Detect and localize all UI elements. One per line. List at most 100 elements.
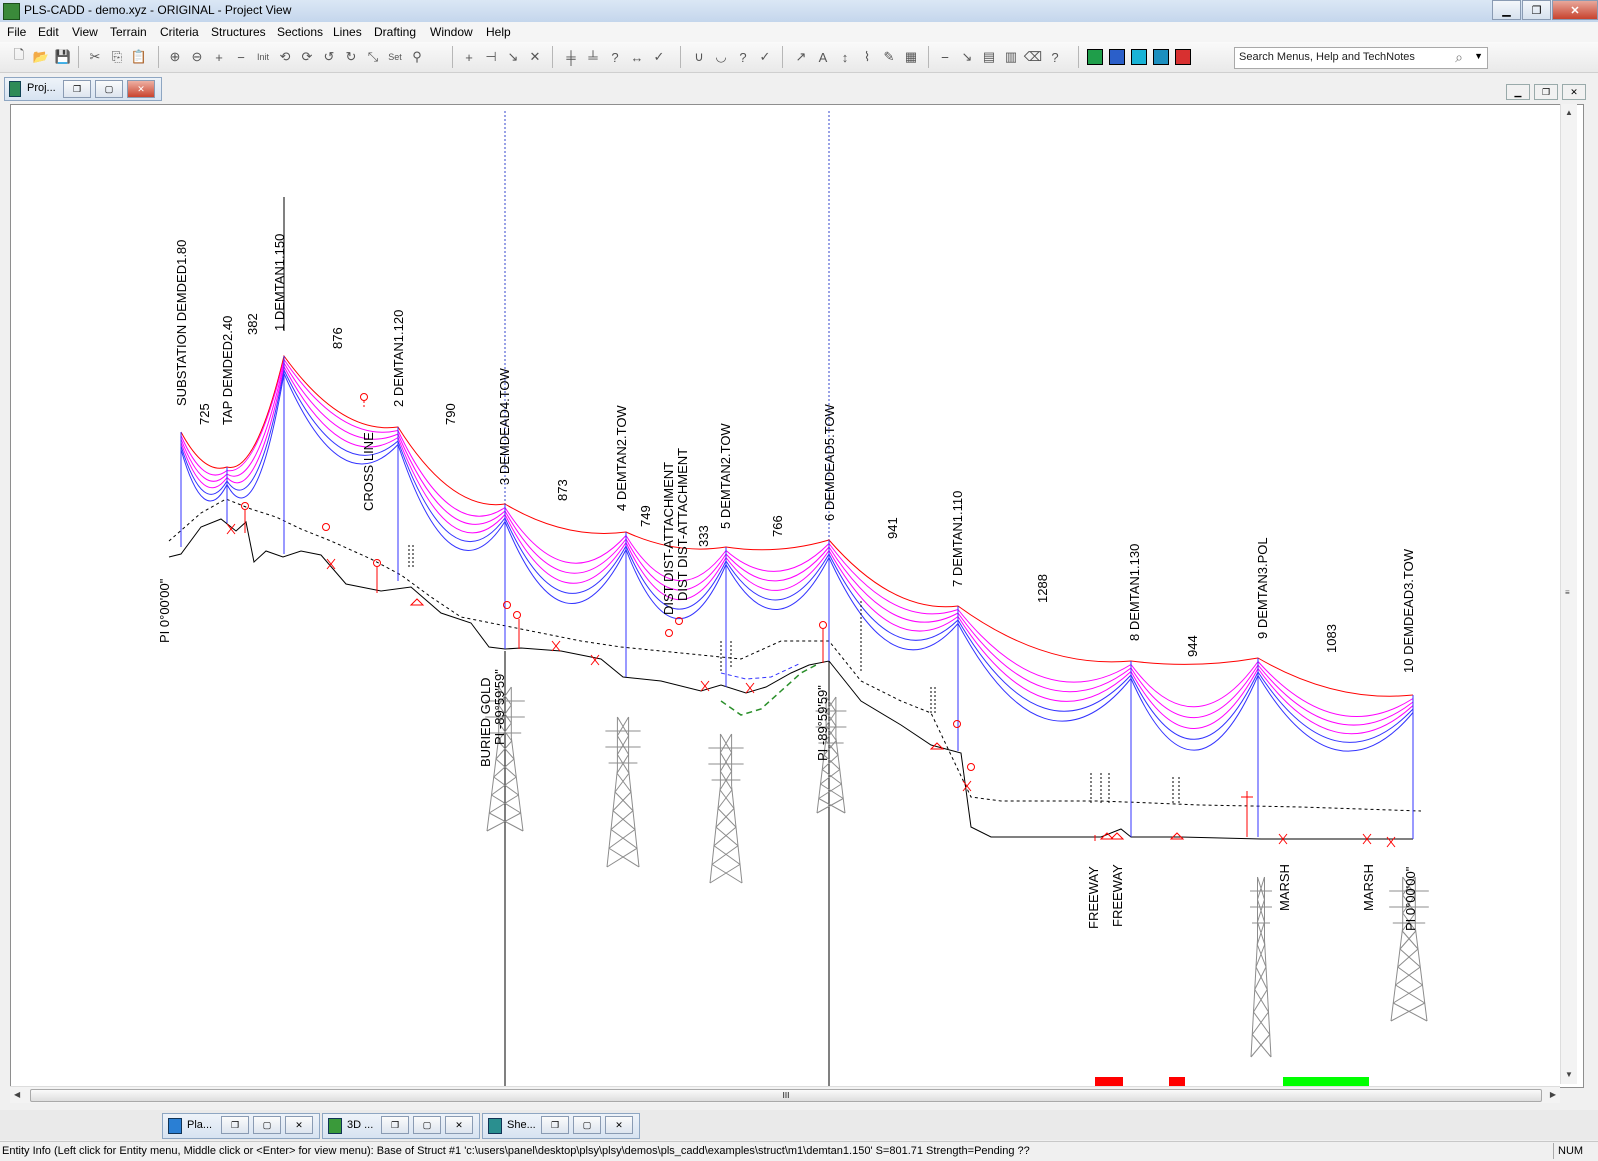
tower-member (1393, 1002, 1428, 1022)
task-maximize-icon[interactable]: ▢ (253, 1116, 281, 1134)
horizontal-scrollbar[interactable]: ◀ III ▶ (10, 1086, 1560, 1103)
task-close-icon[interactable]: ✕ (605, 1116, 633, 1134)
menu-sections[interactable]: Sections (277, 25, 323, 39)
search-icon[interactable]: ⌕ (1455, 49, 1463, 66)
menu-structures[interactable]: Structures (211, 25, 266, 39)
menu-window[interactable]: Window (430, 25, 473, 39)
fit-icon[interactable]: ⤡ (362, 46, 384, 68)
tower-member (713, 826, 737, 847)
menu-drafting[interactable]: Drafting (374, 25, 416, 39)
tab-project-view[interactable]: Proj... ❐ ▢ ✕ (4, 77, 162, 101)
task-maximize-icon[interactable]: ▢ (573, 1116, 601, 1134)
save-icon[interactable]: 💾 (52, 46, 74, 68)
insert-point-icon[interactable]: + (458, 46, 480, 68)
delete-structure-icon[interactable]: ╧ (582, 46, 604, 68)
tower-member (820, 783, 844, 799)
task-maximize-icon[interactable]: ▢ (413, 1116, 441, 1134)
structure-check-icon[interactable]: ✓ (648, 46, 670, 68)
report-line-icon[interactable]: ⎯ (934, 46, 956, 68)
3d-view-icon[interactable] (1128, 46, 1150, 68)
menu-view[interactable]: View (72, 25, 98, 39)
chevron-down-icon[interactable]: ▼ (1474, 51, 1483, 61)
menu-help[interactable]: Help (486, 25, 511, 39)
report-help-icon[interactable]: ? (1044, 46, 1066, 68)
pan-plus-icon[interactable]: + (208, 46, 230, 68)
menu-criteria[interactable]: Criteria (160, 25, 199, 39)
scroll-grip-icon[interactable]: ≡ (1565, 588, 1570, 597)
draw-mark-icon[interactable]: ✎ (878, 46, 900, 68)
rotate-right-icon[interactable]: ⟳ (296, 46, 318, 68)
task-close-icon[interactable]: ✕ (445, 1116, 473, 1134)
structure-info-icon[interactable]: ? (604, 46, 626, 68)
child-minimize-icon[interactable]: ▁ (1506, 84, 1530, 100)
copy-icon[interactable]: ⎘ (106, 46, 128, 68)
restore-button[interactable]: ❐ (1522, 0, 1551, 20)
task-restore-icon[interactable]: ❐ (541, 1116, 569, 1134)
scroll-left-icon[interactable]: ◀ (14, 1090, 20, 1099)
draw-line-icon[interactable]: ↗ (790, 46, 812, 68)
paste-icon[interactable]: 📋 (128, 46, 150, 68)
open-folder-icon[interactable]: 📂 (30, 46, 52, 68)
scroll-up-icon[interactable]: ▲ (1565, 108, 1573, 117)
section-view-icon[interactable] (1172, 46, 1194, 68)
minimize-button[interactable]: ▁ (1492, 0, 1521, 20)
tower-member (495, 758, 517, 778)
move-structure-icon[interactable]: ↔ (626, 46, 648, 68)
add-structure-icon[interactable]: ╪ (560, 46, 582, 68)
sag-check-icon[interactable]: ✓ (754, 46, 776, 68)
measure-icon[interactable]: ⚲ (406, 46, 428, 68)
rotate-left-icon[interactable]: ⟲ (274, 46, 296, 68)
task-restore-icon[interactable]: ❐ (221, 1116, 249, 1134)
new-file-icon[interactable]: 🗋 (8, 46, 30, 68)
report-slope-icon[interactable]: ↘ (956, 46, 978, 68)
menu-file[interactable]: File (7, 25, 26, 39)
tab-maximize-icon[interactable]: ▢ (95, 80, 123, 98)
move-point-icon[interactable]: ↘ (502, 46, 524, 68)
set-view-button[interactable]: Set (384, 46, 406, 68)
sag-info-icon[interactable]: ? (732, 46, 754, 68)
delete-cross-icon[interactable]: ✕ (524, 46, 546, 68)
rotate-up-icon[interactable]: ↺ (318, 46, 340, 68)
sag-tension-icon[interactable]: ◡ (710, 46, 732, 68)
draw-text-icon[interactable]: A (812, 46, 834, 68)
menu-edit[interactable]: Edit (38, 25, 59, 39)
draw-dim-icon[interactable]: ↕ (834, 46, 856, 68)
report-clear-icon[interactable]: ⌫ (1022, 46, 1044, 68)
tab-close-icon[interactable]: ✕ (127, 80, 155, 98)
tower-member (1392, 984, 1423, 1004)
search-input[interactable]: Search Menus, Help and TechNotes ⌕ ▼ (1234, 47, 1488, 69)
task-3d-view[interactable]: 3D ... ❐ ▢ ✕ (322, 1113, 480, 1139)
scroll-down-icon[interactable]: ▼ (1565, 1070, 1573, 1079)
vertical-scrollbar[interactable]: ▲ ≡ ▼ (1560, 104, 1577, 1084)
task-close-icon[interactable]: ✕ (285, 1116, 313, 1134)
profile-view-icon[interactable] (1106, 46, 1128, 68)
task-plan-view[interactable]: Pla... ❐ ▢ ✕ (162, 1113, 320, 1139)
report-table-icon[interactable]: ▥ (1000, 46, 1022, 68)
task-restore-icon[interactable]: ❐ (381, 1116, 409, 1134)
profile-drawing[interactable]: SUBSTATION DEMDED1.80 TAP DEMDED2.40 1 D… (11, 105, 1561, 1087)
cut-icon[interactable]: ✂ (84, 46, 106, 68)
child-restore-icon[interactable]: ❐ (1534, 84, 1558, 100)
menu-terrain[interactable]: Terrain (110, 25, 147, 39)
rotate-down-icon[interactable]: ↻ (340, 46, 362, 68)
scroll-thumb[interactable]: III (30, 1089, 1542, 1102)
delete-point-icon[interactable]: ⊣ (480, 46, 502, 68)
draw-poly-icon[interactable]: ⌇ (856, 46, 878, 68)
zoom-in-icon[interactable]: ⊕ (164, 46, 186, 68)
pan-minus-icon[interactable]: − (230, 46, 252, 68)
plan-view-icon[interactable] (1084, 46, 1106, 68)
sag-icon[interactable]: ∪ (688, 46, 710, 68)
task-sheet-view[interactable]: She... ❐ ▢ ✕ (482, 1113, 640, 1139)
report-grid-icon[interactable]: ▤ (978, 46, 1000, 68)
profile-canvas[interactable]: SUBSTATION DEMDED1.80 TAP DEMDED2.40 1 D… (10, 104, 1584, 1088)
sheet-view-icon[interactable] (1150, 46, 1172, 68)
draw-hatch-icon[interactable]: ▦ (900, 46, 922, 68)
tab-restore-icon[interactable]: ❐ (63, 80, 91, 98)
zoom-out-icon[interactable]: ⊖ (186, 46, 208, 68)
close-button[interactable]: ✕ (1552, 0, 1598, 20)
child-close-icon[interactable]: ✕ (1562, 84, 1586, 100)
init-view-button[interactable]: Init (252, 46, 274, 68)
scroll-right-icon[interactable]: ▶ (1550, 1090, 1556, 1099)
menu-lines[interactable]: Lines (333, 25, 362, 39)
app-icon[interactable] (3, 3, 20, 20)
